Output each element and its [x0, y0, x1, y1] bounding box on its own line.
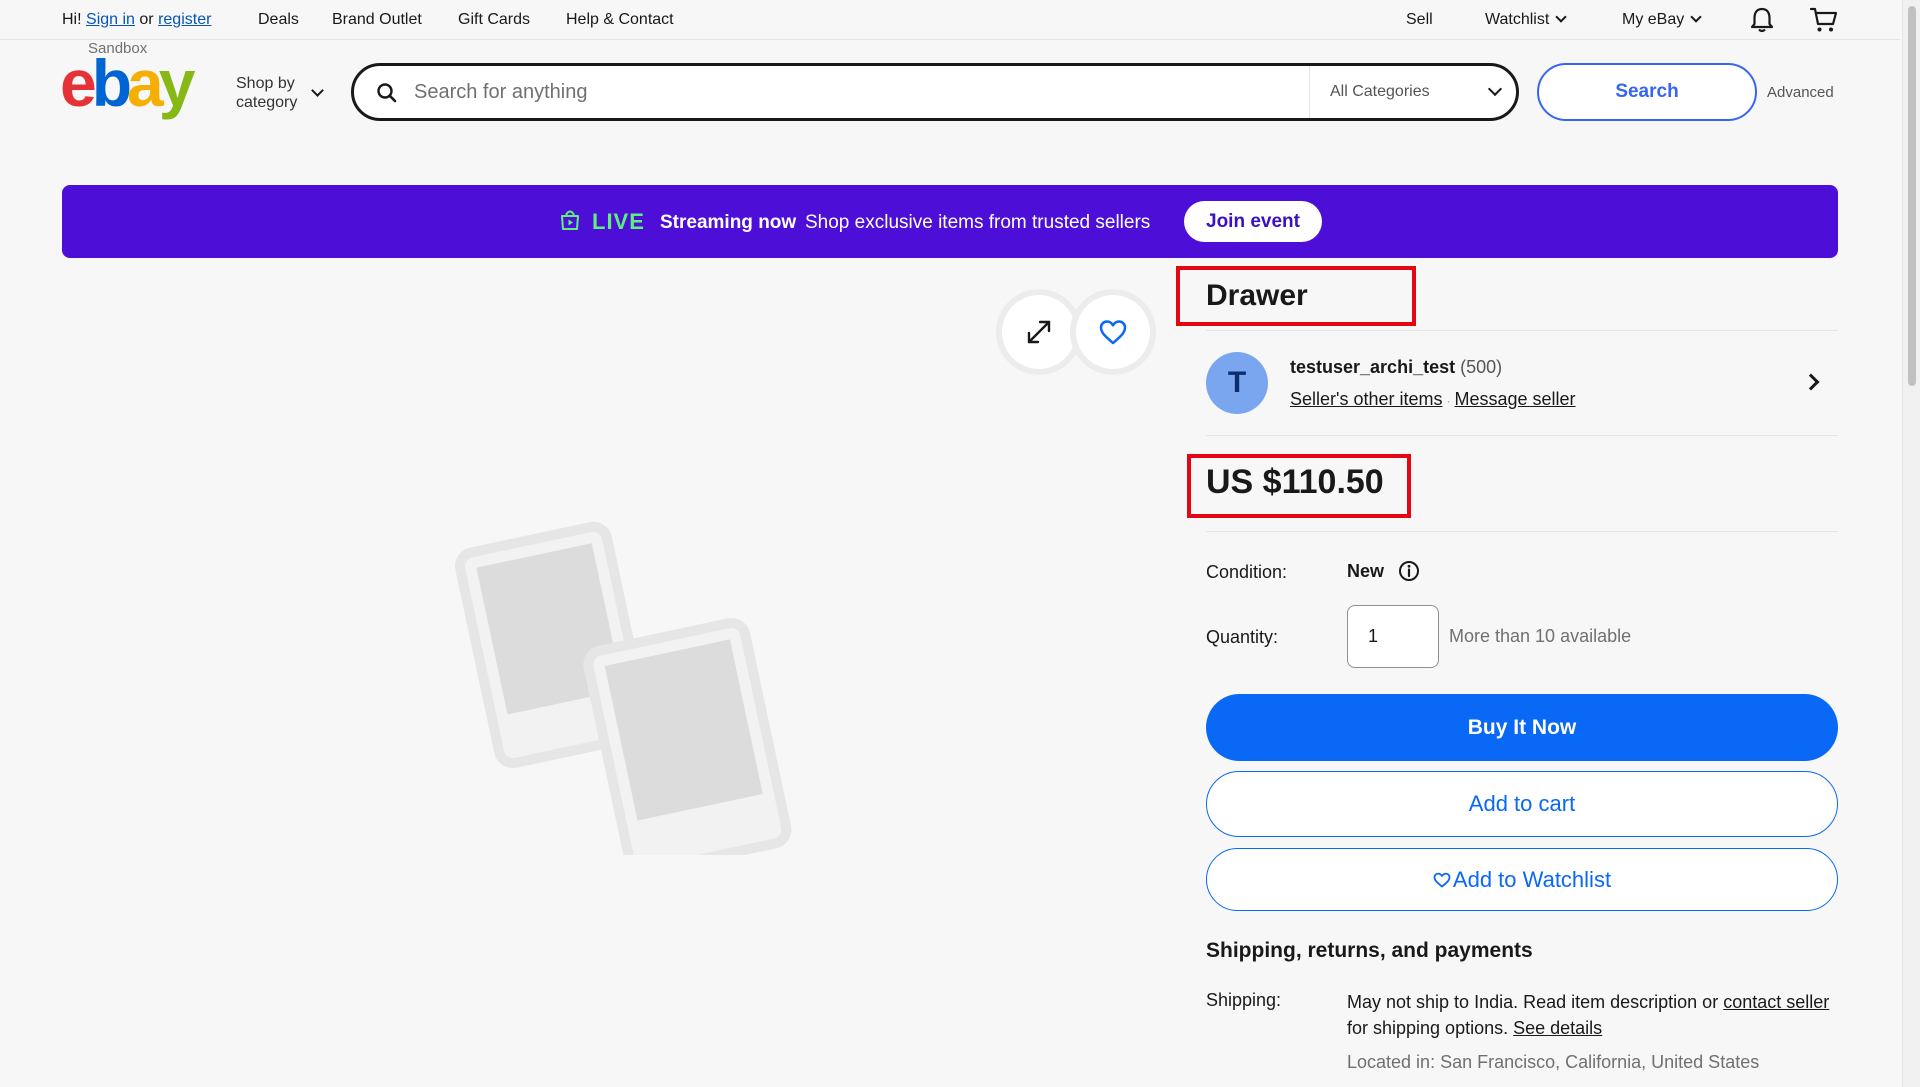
- item-price: US $110.50: [1206, 463, 1384, 501]
- condition-label: Condition:: [1206, 562, 1288, 582]
- watchlist-menu[interactable]: Watchlist: [1485, 11, 1567, 29]
- image-placeholder-icon: [455, 521, 792, 855]
- sign-in-link[interactable]: Sign in: [86, 11, 135, 28]
- sellers-other-items-link[interactable]: Seller's other items: [1290, 389, 1443, 409]
- shopping-bag-play-icon: [561, 210, 579, 230]
- shipping-label: Shipping:: [1206, 990, 1282, 1010]
- advanced-search-link[interactable]: Advanced: [1767, 84, 1834, 101]
- shipping-heading: Shipping, returns, and payments: [1206, 939, 1533, 962]
- scrollbar-thumb[interactable]: [1908, 6, 1916, 386]
- seller-name-link[interactable]: testuser_archi_test: [1290, 357, 1455, 377]
- buy-it-now-button[interactable]: Buy It Now: [1206, 694, 1838, 761]
- shop-by-line1: Shop by: [236, 75, 295, 92]
- item-title: Drawer: [1206, 279, 1308, 312]
- live-label: LIVE: [592, 209, 645, 234]
- add-to-watchlist-heart-button[interactable]: [1076, 295, 1150, 369]
- seller-info: testuser_archi_test (500): [1290, 357, 1502, 378]
- nav-deals[interactable]: Deals: [258, 11, 299, 29]
- availability-text: More than 10 available: [1449, 626, 1632, 646]
- quantity-input[interactable]: [1347, 605, 1439, 668]
- sell-link[interactable]: Sell: [1406, 11, 1433, 29]
- seller-avatar[interactable]: T: [1206, 352, 1268, 414]
- separator-dot: ·: [1446, 394, 1451, 408]
- nav-brand-outlet[interactable]: Brand Outlet: [332, 11, 422, 29]
- add-to-watchlist-label: Add to Watchlist: [1452, 866, 1612, 892]
- message-seller-link[interactable]: Message seller: [1455, 389, 1576, 409]
- divider: [1206, 330, 1838, 331]
- heart-icon: [1099, 320, 1127, 345]
- seller-links: Seller's other items · Message seller: [1290, 389, 1576, 410]
- shipping-text-2: for shipping options.: [1347, 1018, 1509, 1038]
- divider: [1206, 531, 1838, 532]
- condition-value: New: [1347, 561, 1385, 581]
- search-bar: All Categories: [351, 63, 1519, 121]
- live-event-banner: LIVE Streaming now Shop exclusive items …: [62, 185, 1838, 258]
- chevron-right-icon[interactable]: [1802, 373, 1820, 391]
- nav-gift-cards[interactable]: Gift Cards: [458, 11, 530, 29]
- see-details-link[interactable]: See details: [1513, 1018, 1602, 1038]
- join-event-button[interactable]: Join event: [1184, 201, 1322, 242]
- watchlist-label: Watchlist: [1485, 11, 1550, 28]
- search-icon: [377, 83, 397, 103]
- shipping-text-1: May not ship to India. Read item descrip…: [1347, 992, 1719, 1012]
- expand-image-button[interactable]: [1002, 295, 1076, 369]
- category-select[interactable]: All Categories: [1330, 83, 1430, 101]
- chevron-down-icon: [1555, 11, 1567, 23]
- scrollbar[interactable]: [1902, 0, 1920, 1087]
- search-input[interactable]: [414, 77, 1344, 107]
- add-to-cart-button[interactable]: Add to cart: [1206, 771, 1838, 837]
- notification-bell-icon[interactable]: [1747, 6, 1777, 34]
- ebay-logo[interactable]: ebay: [60, 50, 195, 116]
- shop-by-line2: category: [236, 94, 298, 111]
- contact-seller-link[interactable]: contact seller: [1723, 992, 1829, 1012]
- search-divider: [1309, 66, 1310, 118]
- streaming-now-text: Streaming now: [660, 212, 797, 233]
- top-utility-bar: Hi! Sign in or register Deals Brand Outl…: [0, 0, 1900, 40]
- divider: [1206, 435, 1838, 436]
- search-button[interactable]: Search: [1537, 63, 1757, 121]
- add-to-watchlist-button[interactable]: Add to Watchlist: [1206, 848, 1838, 911]
- nav-help-contact[interactable]: Help & Contact: [566, 11, 674, 29]
- or-text: or: [139, 11, 154, 28]
- my-ebay-menu[interactable]: My eBay: [1622, 11, 1702, 29]
- quantity-label: Quantity:: [1206, 627, 1279, 647]
- my-ebay-label: My eBay: [1622, 11, 1685, 28]
- shipping-details: May not ship to India. Read item descrip…: [1347, 989, 1837, 1041]
- seller-feedback-count: (500): [1460, 357, 1503, 377]
- shop-by-category-button[interactable]: Shop by category: [236, 74, 297, 112]
- chevron-down-icon: [1487, 81, 1503, 97]
- register-link[interactable]: register: [158, 11, 211, 28]
- item-location: Located in: San Francisco, California, U…: [1347, 1052, 1760, 1072]
- greeting-prefix: Hi!: [62, 11, 82, 28]
- chevron-down-icon: [1690, 11, 1702, 23]
- info-icon[interactable]: [1398, 560, 1420, 582]
- chevron-down-icon: [311, 84, 324, 97]
- heart-icon: [1433, 872, 1451, 887]
- greeting: Hi! Sign in or register: [62, 11, 211, 29]
- banner-description: Shop exclusive items from trusted seller…: [805, 212, 1151, 233]
- cart-icon[interactable]: [1809, 6, 1839, 34]
- expand-icon: [1027, 320, 1051, 344]
